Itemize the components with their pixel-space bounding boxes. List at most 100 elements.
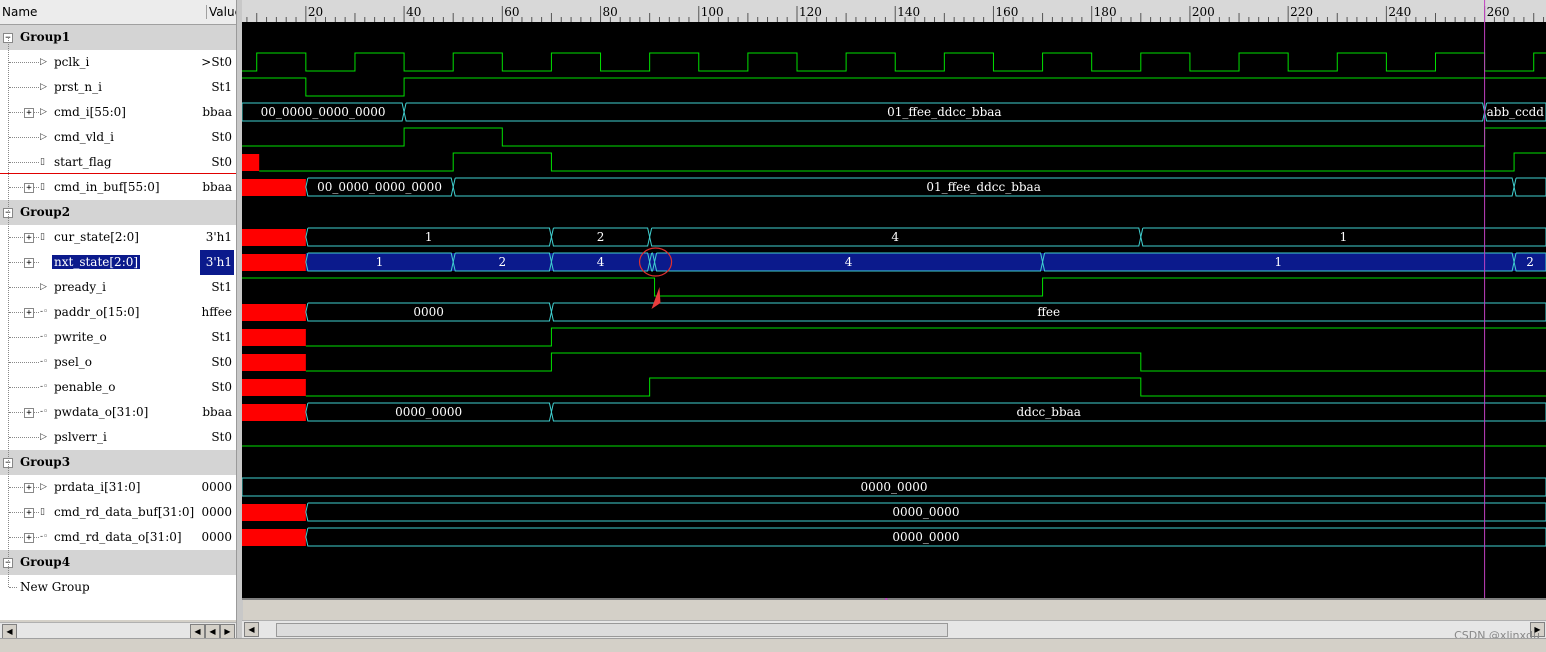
signal-row[interactable]: New Group [0, 575, 236, 600]
scroll-first-icon[interactable]: ◀ [190, 624, 205, 639]
signal-value: 0000 [201, 505, 232, 519]
ruler-label: 100 [701, 5, 724, 19]
name-column-header[interactable]: Name [2, 5, 37, 19]
ruler-label: 220 [1290, 5, 1313, 19]
value-column-header[interactable]: Value [206, 5, 239, 19]
clock-waveform [242, 52, 1546, 72]
signal-value: bbaa [202, 180, 232, 194]
bus-segment [1513, 177, 1546, 197]
overview-ruler [242, 598, 1546, 600]
tree-branch [9, 287, 39, 288]
signal-row[interactable]: + ▯ cur_state[2:0] 3'h1 [0, 225, 236, 250]
signal-row[interactable]: + -◦ pwdata_o[31:0] bbaa [0, 400, 236, 425]
signal-row[interactable]: + ▷ cmd_i[55:0] bbaa [0, 100, 236, 125]
wave-scroll-thumb[interactable] [276, 623, 948, 637]
panel-header: Name Value [0, 0, 239, 25]
group-name: Group1 [20, 30, 71, 44]
unknown-value-block [242, 304, 306, 321]
signal-row[interactable]: + ▯ cmd_rd_data_buf[31:0] 0000 [0, 500, 236, 525]
input-port-icon: ▷ [40, 282, 47, 292]
waveform-view[interactable]: 20 40 60 80 100 120 140 160 180 200 220 240 260 00_00… [242, 0, 1546, 600]
scroll-left-arrow-icon[interactable]: ◀ [2, 624, 17, 639]
bus-value-label: 00_0000_0000_0000 [317, 180, 442, 194]
ruler-label: 80 [603, 5, 618, 19]
signal-row[interactable]: ▷ pslverr_i St0 [0, 425, 236, 450]
expand-toggle-icon[interactable]: + [24, 308, 34, 318]
expand-toggle-icon[interactable]: + [24, 408, 34, 418]
group-row[interactable]: − Group2 [0, 200, 236, 225]
ruler-label: 260 [1487, 5, 1510, 19]
bit-waveform [242, 277, 1546, 297]
expand-toggle-icon[interactable]: + [24, 483, 34, 493]
signal-row[interactable]: + ▯ cmd_in_buf[55:0] bbaa [0, 175, 236, 200]
signal-row[interactable]: -◦ pwrite_o St1 [0, 325, 236, 350]
signal-value: hffee [201, 305, 232, 319]
bottom-status-bar [0, 638, 1546, 652]
expand-toggle-icon[interactable]: + [24, 533, 34, 543]
output-port-icon: -◦ [40, 357, 49, 367]
signal-row[interactable]: ▷ cmd_vld_i St0 [0, 125, 236, 150]
signal-name: psel_o [54, 355, 93, 369]
signal-name: penable_o [54, 380, 116, 394]
expand-toggle-icon[interactable]: + [24, 233, 34, 243]
group-name: New Group [20, 580, 90, 594]
signal-row[interactable]: ▷ pready_i St1 [0, 275, 236, 300]
signal-row[interactable]: -◦ psel_o St0 [0, 350, 236, 375]
input-port-icon: ▷ [40, 57, 47, 67]
signal-row[interactable]: ▷ prst_n_i St1 [0, 75, 236, 100]
bus-value-label: 4 [891, 230, 899, 244]
signal-row[interactable]: -◦ penable_o St0 [0, 375, 236, 400]
signal-value: 0000 [201, 480, 232, 494]
signal-name: cmd_i[55:0] [54, 105, 126, 119]
signal-name-panel: Name Value − Group1 ▷ pclk_i >St0 ▷ prst_n_i St… [0, 0, 239, 620]
signal-row[interactable]: ▯ start_flag St0 [0, 150, 236, 175]
scroll-right-arrow-icon[interactable]: ▶ [220, 624, 235, 639]
signal-row[interactable]: + ▷ prdata_i[31:0] 0000 [0, 475, 236, 500]
group-row[interactable]: − Group3 [0, 450, 236, 475]
ruler-label: 160 [995, 5, 1018, 19]
tree-branch [9, 87, 39, 88]
tree-branch [9, 337, 39, 338]
expand-toggle-icon[interactable]: + [24, 108, 34, 118]
signal-row[interactable]: + -◦ cmd_rd_data_o[31:0] 0000 [0, 525, 236, 550]
wave-scroll-left-icon[interactable]: ◀ [244, 622, 259, 637]
bus-value-label: 0000_0000 [860, 480, 927, 494]
bit-waveform [305, 377, 1546, 397]
bus-value-label: 1 [1275, 255, 1283, 269]
bus-value-label: 1 [1340, 230, 1348, 244]
bit-waveform [242, 127, 1546, 147]
group-row[interactable]: − Group1 [0, 25, 236, 50]
register-icon: ▯ [40, 157, 45, 167]
signal-row[interactable]: + ▯ nxt_state[2:0] 3'h1 [0, 250, 236, 275]
expand-toggle-icon[interactable]: + [24, 508, 34, 518]
signal-row[interactable]: ▷ pclk_i >St0 [0, 50, 236, 75]
signal-value: St0 [211, 130, 232, 144]
tree-branch [9, 362, 39, 363]
bus-value-label: 4 [597, 255, 605, 269]
unknown-value-block [242, 354, 306, 371]
bus-value-label: 1 [376, 255, 384, 269]
signal-name: prst_n_i [54, 80, 102, 94]
unknown-value-block [242, 179, 306, 196]
input-port-icon: ▷ [40, 482, 47, 492]
expand-toggle-icon[interactable]: + [24, 183, 34, 193]
signal-name: cmd_rd_data_o[31:0] [54, 530, 182, 544]
signal-name: cmd_in_buf[55:0] [54, 180, 160, 194]
bus-value-label: 0000 [413, 305, 444, 319]
signal-value: bbaa [202, 105, 232, 119]
signal-value: St0 [211, 380, 232, 394]
register-icon: ▯ [40, 232, 45, 242]
input-port-icon: ▷ [40, 107, 47, 117]
name-panel-scrollbar[interactable]: ◀ ◀ ◀ ▶ [0, 622, 236, 639]
scroll-prev-icon[interactable]: ◀ [205, 624, 220, 639]
group-row[interactable]: − Group4 [0, 550, 236, 575]
wave-horizontal-scrollbar[interactable]: ◀ ▶ [242, 620, 1546, 639]
output-port-icon: -◦ [40, 382, 49, 392]
selected-bus-fill [305, 253, 1546, 271]
tree-branch [9, 162, 39, 163]
ruler-label: 20 [308, 5, 323, 19]
expand-toggle-icon[interactable]: + [24, 258, 34, 268]
register-icon: ▯ [40, 257, 45, 267]
signal-row[interactable]: + -◦ paddr_o[15:0] hffee [0, 300, 236, 325]
group-name: Group2 [20, 205, 71, 219]
